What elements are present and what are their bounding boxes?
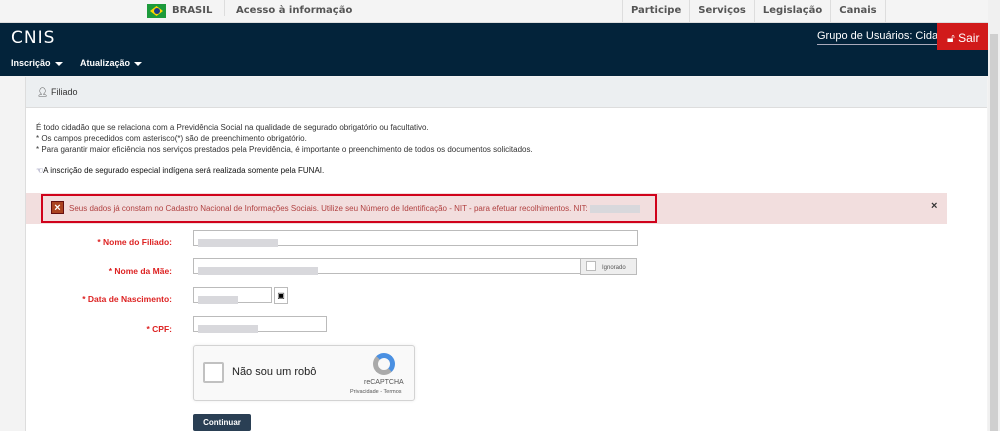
caret-down-icon	[134, 61, 143, 66]
redacted-nit	[590, 204, 641, 213]
brasil-link[interactable]: BRASIL	[172, 5, 212, 16]
nome-mae-input[interactable]	[193, 258, 581, 275]
logout-label: Sair	[958, 31, 980, 45]
brazil-flag-icon[interactable]	[147, 4, 166, 18]
panel-header: 👤︎ Filiado	[26, 77, 987, 108]
menu-label: Atualização	[80, 58, 131, 68]
app-header: CNIS Grupo de Usuários: Cidadão 🔓︎ Sair …	[0, 23, 988, 76]
scrollbar-thumb[interactable]	[990, 34, 998, 431]
alert-text: Seus dados já constam no Cadastro Nacion…	[69, 204, 588, 213]
link-servicos[interactable]: Serviços	[689, 0, 754, 22]
ignorado-label: Ignorado	[602, 265, 626, 271]
nome-filiado-label: * Nome do Filiado:	[97, 237, 172, 247]
user-group: Grupo de Usuários: Cidadão	[817, 30, 957, 45]
cpf-label: * CPF:	[146, 324, 173, 334]
recaptcha-links[interactable]: Privacidade - Termos	[350, 389, 402, 395]
recaptcha-checkbox[interactable]	[203, 362, 224, 383]
nome-filiado-input[interactable]	[193, 230, 638, 247]
recaptcha-label: Não sou um robô	[232, 366, 317, 378]
acesso-informacao-link[interactable]: Acesso à informação	[236, 5, 352, 16]
nome-mae-label: * Nome da Mãe:	[108, 266, 172, 276]
error-icon: ×	[51, 201, 64, 214]
checkbox[interactable]	[586, 261, 596, 271]
intro-text: É todo cidadão que se relaciona com a Pr…	[36, 123, 429, 132]
logout-button[interactable]: 🔓︎ Sair	[937, 23, 988, 50]
gov-bar: BRASIL Acesso à informação Participe Ser…	[0, 0, 988, 23]
divider	[224, 0, 225, 16]
note-text: A inscrição de segurado especial indígen…	[43, 166, 325, 175]
redacted-value	[198, 266, 318, 275]
alert-close-button[interactable]: ×	[931, 200, 937, 212]
recaptcha-brand: reCAPTCHA	[364, 379, 404, 386]
gov-links: Participe Serviços Legislação Canais	[622, 0, 886, 22]
recaptcha-logo-icon	[373, 353, 395, 375]
panel-title: Filiado	[50, 87, 78, 97]
calendar-icon[interactable]: ▣	[274, 287, 288, 304]
continuar-button[interactable]: Continuar	[193, 414, 251, 431]
menu-inscricao[interactable]: Inscrição	[11, 58, 63, 68]
alert-message: Seus dados já constam no Cadastro Nacion…	[69, 204, 641, 213]
menu-atualizacao[interactable]: Atualização	[80, 58, 143, 68]
redacted-value	[198, 295, 238, 304]
filiado-panel: 👤︎ Filiado É todo cidadão que se relacio…	[25, 77, 987, 431]
ignorado-checkbox[interactable]: Ignorado	[580, 258, 637, 275]
link-participe[interactable]: Participe	[622, 0, 689, 22]
cpf-input[interactable]	[193, 316, 327, 333]
menu-label: Inscrição	[11, 58, 51, 68]
intro-text: * Os campos precedidos com asterisco(*) …	[36, 134, 307, 143]
data-nascimento-input[interactable]	[193, 287, 272, 304]
link-canais[interactable]: Canais	[830, 0, 886, 22]
funai-note: ☜A inscrição de segurado especial indíge…	[36, 166, 324, 175]
data-nascimento-label: * Data de Nascimento:	[82, 294, 172, 304]
recaptcha-widget: Não sou um robô reCAPTCHA Privacidade - …	[193, 345, 415, 401]
alert-highlight: × Seus dados já constam no Cadastro Naci…	[41, 194, 657, 223]
caret-down-icon	[54, 61, 63, 66]
link-legislacao[interactable]: Legislação	[753, 0, 830, 22]
intro-text: * Para garantir maior eficiência nos ser…	[36, 145, 533, 154]
redacted-value	[198, 238, 278, 247]
user-icon: 👤︎	[37, 87, 49, 97]
unlock-icon: 🔓︎	[947, 31, 955, 45]
redacted-value	[198, 324, 258, 333]
cnis-logo[interactable]: CNIS	[11, 28, 55, 48]
